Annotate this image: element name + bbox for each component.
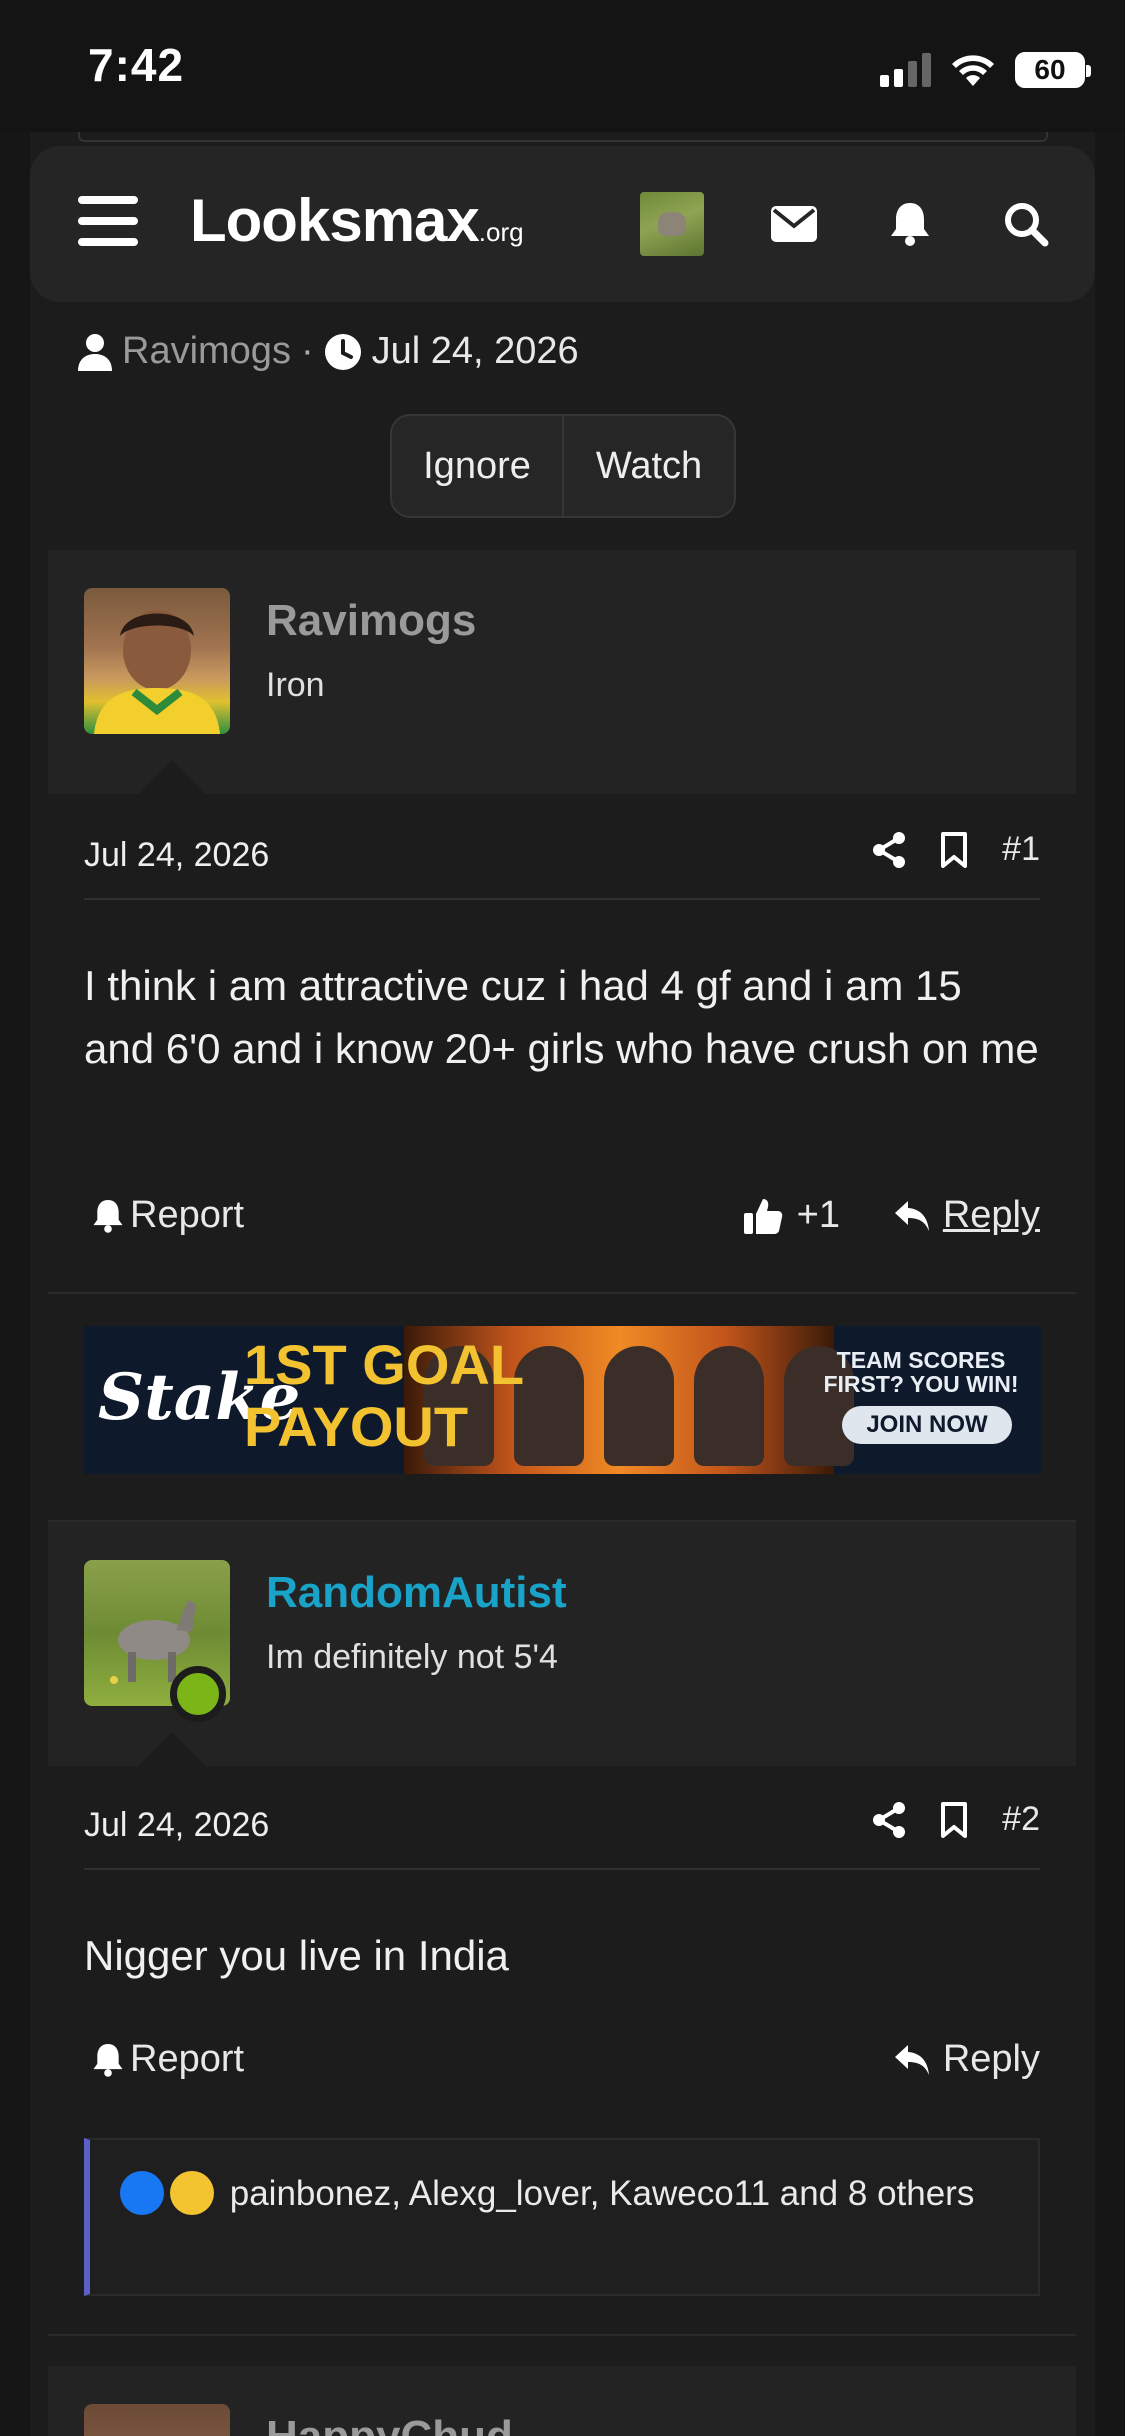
- post-1-avatar[interactable]: [84, 588, 230, 734]
- share-icon[interactable]: [872, 1801, 906, 1838]
- clock-icon: [324, 333, 361, 370]
- laugh-reaction-icon: [170, 2171, 214, 2215]
- post-2-reply-button[interactable]: Reply: [893, 2038, 1040, 2081]
- report-label: Report: [130, 2038, 245, 2080]
- thread-title-edge: [78, 132, 1048, 142]
- post-1-number[interactable]: #1: [1002, 830, 1040, 869]
- post-2-report-button[interactable]: Report: [92, 2038, 244, 2081]
- post-1-reaction-count: +1: [796, 1194, 840, 1236]
- post-2-header: Jul 24, 2026 #2: [84, 1778, 1040, 1870]
- reactions-users[interactable]: painbonez, Alexg_lover, Kaweco11 and 8 o…: [230, 2174, 975, 2213]
- post-1-user-block: Ravimogs Iron: [48, 550, 1076, 794]
- post-2-user-title: Im definitely not 5'4: [266, 1638, 558, 1676]
- thread-author[interactable]: Ravimogs: [122, 330, 291, 373]
- post-2-username[interactable]: RandomAutist: [266, 1568, 567, 1618]
- post-divider: [48, 1292, 1076, 1294]
- post-1-header: Jul 24, 2026 #1: [84, 808, 1040, 900]
- post-2-user-pointer: [138, 1732, 206, 1766]
- reactions-summary: painbonez, Alexg_lover, Kaweco11 and 8 o…: [120, 2170, 1020, 2218]
- post-2-footer: Report Reply: [84, 2030, 1040, 2090]
- post-1-reply-button[interactable]: Reply: [893, 1194, 1040, 1237]
- bookmark-icon[interactable]: [940, 831, 968, 868]
- thumbs-up-icon: [743, 1198, 782, 1234]
- menu-icon[interactable]: [78, 196, 138, 246]
- like-reaction-icon: [120, 2171, 164, 2215]
- post-1-actions: #1: [872, 830, 1040, 869]
- post-1-date[interactable]: Jul 24, 2026: [84, 836, 269, 875]
- post-2-number[interactable]: #2: [1002, 1800, 1040, 1839]
- share-icon[interactable]: [872, 831, 906, 868]
- post-1-user-pointer: [138, 760, 206, 794]
- reply-label: Reply: [942, 2038, 1040, 2080]
- ad-headline-line2: PAYOUT: [244, 1395, 469, 1458]
- user-avatar-button[interactable]: [640, 192, 704, 256]
- reply-label: Reply: [942, 1194, 1040, 1236]
- report-bell-icon: [93, 2043, 123, 2077]
- post-2-reactions-bar[interactable]: painbonez, Alexg_lover, Kaweco11 and 8 o…: [84, 2138, 1040, 2296]
- post-1-footer: Report +1 Reply: [84, 1186, 1040, 1246]
- watch-button[interactable]: Watch: [562, 416, 734, 516]
- post-1-user-title: Iron: [266, 666, 325, 704]
- logo-suffix: .org: [478, 217, 524, 247]
- reply-arrow-icon: [894, 2044, 929, 2075]
- ad-tagline: TEAM SCORES FIRST? YOU WIN!: [823, 1347, 1019, 1397]
- post-divider: [48, 2334, 1076, 2336]
- post-2-user-block: RandomAutist Im definitely not 5'4: [48, 1522, 1076, 1766]
- ad-headline: 1ST GOAL PAYOUT: [244, 1334, 524, 1458]
- ad-headline-line1: 1ST GOAL: [244, 1333, 525, 1396]
- wifi-icon: [952, 55, 994, 86]
- notifications-bell-icon[interactable]: [884, 198, 936, 250]
- post-1-like-button[interactable]: +1: [743, 1194, 840, 1237]
- post-2-actions: #2: [872, 1800, 1040, 1839]
- top-navigation: Looksmax.org: [30, 146, 1095, 302]
- online-status-indicator: [170, 1666, 226, 1722]
- thread-date[interactable]: Jul 24, 2026: [372, 330, 579, 373]
- status-bar: 7:42 60: [0, 0, 1125, 132]
- status-icons: 60: [880, 50, 1091, 90]
- ad-join-button[interactable]: JOIN NOW: [842, 1406, 1012, 1444]
- post-3-avatar[interactable]: [84, 2404, 230, 2436]
- bookmark-icon[interactable]: [940, 1801, 968, 1838]
- battery-indicator: 60: [1015, 52, 1091, 88]
- thread-meta: Ravimogs · Jul 24, 2026: [78, 330, 579, 373]
- post-3-user-block: HappyChud: [48, 2366, 1076, 2436]
- cellular-signal-icon: [880, 53, 931, 87]
- post-2-date[interactable]: Jul 24, 2026: [84, 1806, 269, 1845]
- reply-arrow-icon: [894, 1200, 929, 1231]
- post-1-username[interactable]: Ravimogs: [266, 596, 476, 646]
- report-bell-icon: [93, 1199, 123, 1233]
- post-2-body: Nigger you live in India: [84, 1932, 509, 1979]
- meta-separator: ·: [300, 330, 314, 372]
- post-1-body: I think i am attractive cuz i had 4 gf a…: [84, 962, 1039, 1072]
- site-logo[interactable]: Looksmax.org: [190, 186, 524, 255]
- post-3-username[interactable]: HappyChud: [266, 2412, 513, 2436]
- search-icon[interactable]: [1000, 198, 1052, 250]
- user-icon: [78, 333, 112, 371]
- stake-ad-banner[interactable]: Stake 1ST GOAL PAYOUT TEAM SCORES FIRST? …: [84, 1326, 1042, 1474]
- thread-action-group: Ignore Watch: [390, 414, 736, 518]
- inbox-icon[interactable]: [768, 198, 820, 250]
- report-label: Report: [130, 1194, 245, 1236]
- post-1-report-button[interactable]: Report: [92, 1194, 244, 1237]
- status-time: 7:42: [88, 39, 185, 91]
- ignore-button[interactable]: Ignore: [392, 416, 562, 516]
- logo-text: Looksmax: [190, 187, 480, 254]
